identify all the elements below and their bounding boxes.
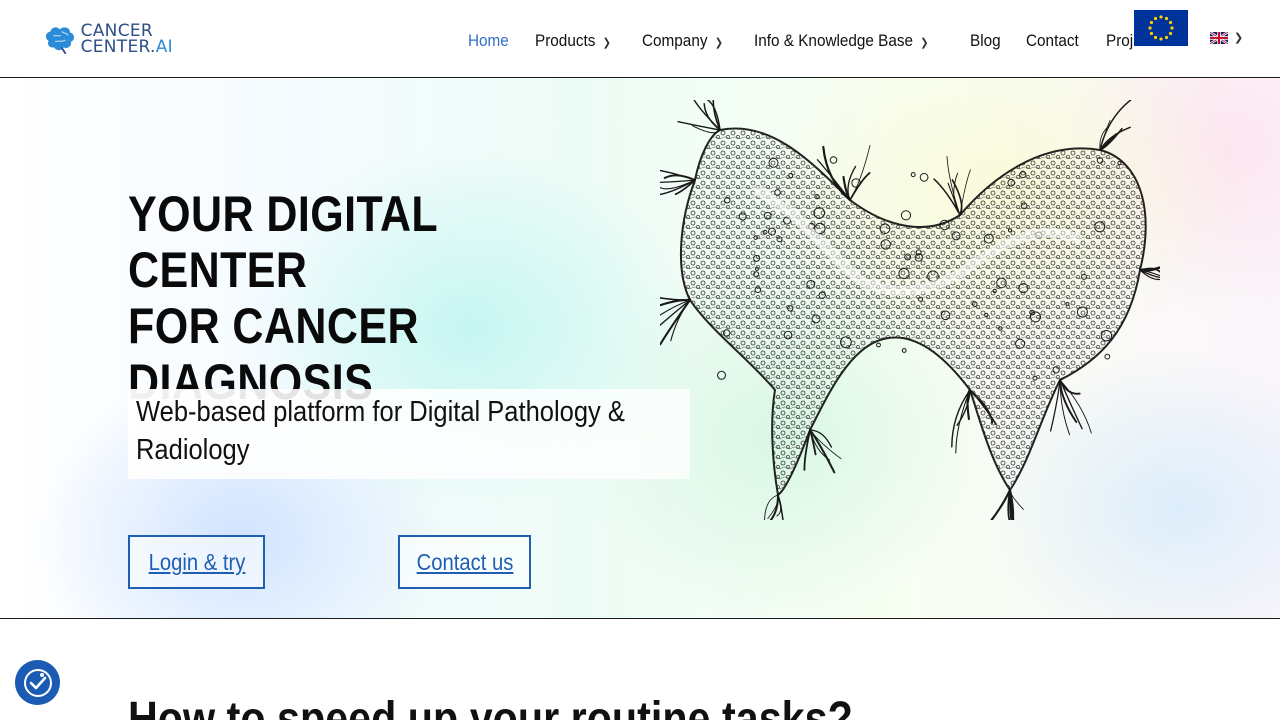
- nav-item-label: Blog: [969, 31, 1001, 50]
- cell-vesicle: [900, 210, 912, 221]
- eu-star: [1148, 26, 1152, 30]
- eu-star: [1149, 31, 1154, 36]
- hero-subtitle-box: Web-based platform for Digital Pathology…: [128, 389, 690, 479]
- cell-tendril: [990, 488, 1012, 520]
- cell-tendril: [933, 178, 961, 216]
- uk-flag-icon: [1210, 31, 1228, 44]
- login-try-button[interactable]: Login & try: [128, 535, 265, 589]
- hero-subtitle: Web-based platform for Digital Pathology…: [136, 393, 682, 469]
- nav-item-company[interactable]: Company ❯: [642, 31, 723, 51]
- brain-logo-icon: [45, 27, 75, 55]
- cell-vesicle: [1104, 353, 1111, 360]
- nav-item-contact[interactable]: Contact: [1026, 31, 1079, 51]
- nav-item-label: Products: [535, 31, 596, 50]
- eu-star: [1164, 35, 1169, 40]
- hero-title-line-1: YOUR DIGITAL CENTER: [128, 186, 438, 298]
- hero-section: YOUR DIGITAL CENTER FOR CANCER DIAGNOSIS…: [0, 78, 1280, 619]
- nav-item-label: Contact: [1025, 31, 1079, 50]
- cell-vesicle: [876, 342, 881, 348]
- chevron-down-icon: ❯: [714, 36, 723, 49]
- chevron-down-icon: ❯: [1234, 32, 1244, 44]
- cancer-cell-illustration: [660, 100, 1160, 520]
- cell-tendril: [1099, 100, 1132, 151]
- site-header: CANCER CENTER.AI Home Products ❯ Company ❯…: [0, 0, 1280, 78]
- main-navigation: Home Products ❯ Company ❯ Info & Knowledge…: [468, 28, 1190, 54]
- nav-item-label: Home: [468, 31, 509, 50]
- accessibility-checkmark-icon: [23, 668, 52, 697]
- eu-star: [1149, 20, 1154, 25]
- language-switcher[interactable]: ❯: [1210, 31, 1243, 44]
- cell-tendril: [670, 299, 691, 342]
- eu-star: [1153, 16, 1158, 21]
- cell-tendril: [1139, 269, 1160, 277]
- cell-vesicle: [919, 172, 929, 182]
- eu-star: [1168, 20, 1173, 25]
- contact-us-button-label: Contact us: [416, 548, 513, 575]
- nav-item-label: Info & Knowledge Base: [753, 31, 913, 50]
- eu-star: [1159, 15, 1163, 19]
- cell-tendril: [663, 174, 696, 181]
- cell-vesicle: [910, 172, 916, 178]
- eu-star: [1153, 35, 1158, 40]
- eu-stars: [1148, 15, 1174, 41]
- logo-line-2-main: CENTER.: [80, 37, 156, 57]
- nav-item-label: Company: [641, 31, 708, 50]
- nav-item-blog[interactable]: Blog: [970, 31, 1001, 51]
- logo-line-2: CENTER.AI: [80, 37, 173, 57]
- eu-star: [1164, 16, 1169, 21]
- contact-us-button[interactable]: Contact us: [398, 535, 531, 589]
- cell-vesicle: [851, 178, 861, 188]
- site-logo[interactable]: CANCER CENTER.AI: [43, 20, 173, 58]
- hero-subtitle-line-2: Radiology: [136, 434, 250, 466]
- chevron-down-icon: ❯: [919, 36, 929, 49]
- cell-vesicle: [901, 348, 907, 353]
- logo-wordmark: CANCER CENTER.AI: [80, 23, 173, 57]
- eu-star: [1170, 26, 1174, 30]
- hero-subtitle-line-1: Web-based platform for Digital Pathology…: [136, 396, 625, 428]
- nav-item-info-knowledge-base[interactable]: Info & Knowledge Base ❯: [754, 31, 929, 51]
- nav-item-home[interactable]: Home: [468, 31, 509, 51]
- chevron-down-icon: ❯: [602, 36, 612, 49]
- eu-star: [1159, 37, 1163, 41]
- section-heading: How to speed up your routine tasks?: [128, 693, 853, 720]
- eu-flag-icon[interactable]: [1134, 10, 1188, 46]
- cell-tendril: [660, 297, 691, 301]
- hero-title: YOUR DIGITAL CENTER FOR CANCER DIAGNOSIS: [128, 186, 524, 410]
- hero-title-line-2: FOR CANCER: [128, 298, 419, 354]
- cell-tendril: [849, 144, 871, 201]
- login-try-button-label: Login & try: [148, 548, 245, 575]
- cell-vesicle: [829, 156, 838, 164]
- nav-item-products[interactable]: Products ❯: [535, 31, 611, 51]
- eu-star: [1168, 31, 1173, 36]
- logo-line-2-accent: AI: [155, 37, 173, 57]
- accessibility-button[interactable]: [15, 660, 60, 705]
- cell-vesicle: [717, 370, 726, 380]
